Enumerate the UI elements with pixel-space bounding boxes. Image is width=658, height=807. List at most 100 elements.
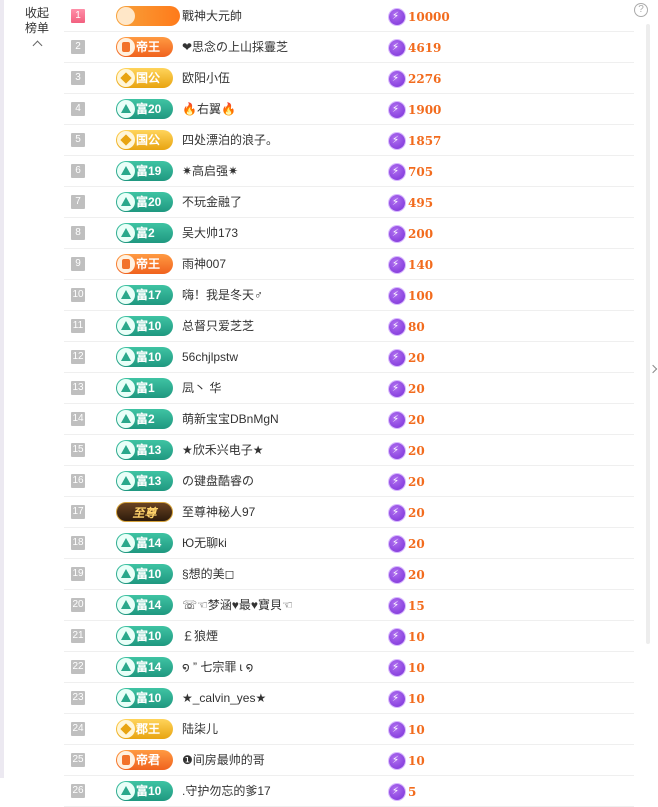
user-name[interactable]: 萌新宝宝DBnMgN [182, 404, 279, 434]
list-item[interactable]: 25 帝君 ❶间房最帅的哥 10 [64, 745, 634, 776]
level-badge: 帝君 [116, 750, 173, 770]
user-name[interactable]: の键盘酷睿の [182, 466, 254, 496]
list-item[interactable]: 6 富19 ✷高启强✷ 705 [64, 156, 634, 187]
list-item[interactable]: 13 富1 凨丶 华 20 [64, 373, 634, 404]
lightning-icon [389, 70, 405, 87]
user-name[interactable]: §想的美◻ [182, 559, 235, 589]
list-item[interactable]: 17 至尊 至尊神秘人97 20 [64, 497, 634, 528]
level-badge-icon [117, 286, 135, 304]
level-badge: 富14 [116, 533, 173, 553]
list-item[interactable]: 23 富10 ★_calvin_yes★ 10 [64, 683, 634, 714]
level-badge: 富14 [116, 657, 173, 677]
user-name[interactable]: ໑ ” 七宗罪 ɩ ໑ [182, 652, 253, 682]
list-item[interactable]: 11 富10 总督只爱芝芝 80 [64, 311, 634, 342]
level-badge-label: 富2 [136, 226, 155, 240]
level-badge-label: 富19 [136, 164, 162, 178]
lightning-icon [389, 442, 405, 459]
list-item[interactable]: 7 富20 不玩金融了 495 [64, 187, 634, 218]
collapse-list-button[interactable]: 收起榜单 [20, 6, 54, 51]
lightning-icon [389, 101, 405, 118]
list-item[interactable]: 15 富13 ★欣禾兴电子★ 20 [64, 435, 634, 466]
list-item[interactable]: 4 富20 🔥右翼🔥 1900 [64, 94, 634, 125]
user-name[interactable]: ❶间房最帅的哥 [182, 745, 265, 775]
user-name[interactable]: 欧阳小伍 [182, 63, 230, 93]
list-item[interactable]: 14 富2 萌新宝宝DBnMgN 20 [64, 404, 634, 435]
level-badge-icon [117, 410, 135, 428]
lightning-icon [389, 132, 405, 149]
user-name[interactable]: 56chjlpstw [182, 342, 238, 372]
level-badge-icon [117, 193, 135, 211]
level-badge: 富14 [116, 595, 173, 615]
user-name[interactable]: ✷高启强✷ [182, 156, 238, 186]
chevron-right-icon[interactable] [648, 364, 658, 374]
user-name[interactable]: 🔥右翼🔥 [182, 94, 236, 124]
level-badge: 富20 [116, 192, 173, 212]
level-badge: 富13 [116, 440, 173, 460]
level-badge-label: 富10 [136, 784, 162, 798]
list-item[interactable]: 3 国公 欧阳小伍 2276 [64, 63, 634, 94]
level-badge: 国公 [116, 68, 173, 88]
level-badge-icon [117, 596, 135, 614]
list-item[interactable]: 5 国公 四处漂泊的浪子。 1857 [64, 125, 634, 156]
list-item[interactable]: 22 富14 ໑ ” 七宗罪 ɩ ໑ 10 [64, 652, 634, 683]
user-name[interactable]: Ю无聊ki [182, 528, 227, 558]
contribution-value: 20 [389, 441, 425, 459]
contribution-number: 20 [408, 412, 425, 427]
contribution-number: 10 [408, 722, 425, 737]
rank-number: 8 [71, 226, 85, 240]
contribution-number: 20 [408, 350, 425, 365]
contribution-number: 10 [408, 629, 425, 644]
level-badge: 帝王 [116, 254, 173, 274]
list-item[interactable]: 12 富10 56chjlpstw 20 [64, 342, 634, 373]
rank-number: 15 [71, 443, 85, 457]
list-item[interactable]: 10 富17 嗨！我是冬天♂ 100 [64, 280, 634, 311]
list-item[interactable]: 26 富10 .守护勿忘的爹17 5 [64, 776, 634, 807]
user-name[interactable]: 至尊神秘人97 [182, 497, 255, 527]
rank-number: 18 [71, 536, 85, 550]
list-item[interactable]: 2 帝王 ❤思念の上山採霻芝 4619 [64, 32, 634, 63]
contribution-number: 100 [408, 288, 434, 303]
list-item[interactable]: 24 郡王 陆柒儿 10 [64, 714, 634, 745]
help-icon[interactable]: ? [634, 3, 648, 17]
user-name[interactable]: 嗨！我是冬天♂ [182, 280, 263, 310]
contribution-value: 80 [389, 317, 425, 335]
user-name[interactable]: ★欣禾兴电子★ [182, 435, 264, 465]
user-name[interactable]: 雨神007 [182, 249, 226, 279]
user-name[interactable]: 凨丶 华 [182, 373, 221, 403]
lightning-icon [389, 411, 405, 428]
user-name[interactable]: 陆柒儿 [182, 714, 218, 744]
list-item[interactable]: 8 富2 吴大帅173 200 [64, 218, 634, 249]
level-badge-icon [117, 441, 135, 459]
contribution-value: 10 [389, 658, 425, 676]
contribution-value: 140 [389, 255, 433, 273]
level-badge: 富10 [116, 316, 173, 336]
level-badge: 富2 [116, 409, 173, 429]
list-item[interactable]: 20 富14 ☏☜梦涵♥最♥寶貝☜ 15 [64, 590, 634, 621]
level-badge-icon [117, 379, 135, 397]
contribution-number: 20 [408, 443, 425, 458]
user-name[interactable]: ★_calvin_yes★ [182, 683, 266, 713]
user-name[interactable]: ❤思念の上山採霻芝 [182, 32, 288, 62]
contribution-number: 20 [408, 536, 425, 551]
user-name[interactable]: 不玩金融了 [182, 187, 242, 217]
lightning-icon [389, 473, 405, 490]
user-name[interactable]: ☏☜梦涵♥最♥寶貝☜ [182, 590, 293, 620]
list-item[interactable]: 18 富14 Ю无聊ki 20 [64, 528, 634, 559]
contribution-value: 10 [389, 751, 425, 769]
level-badge: 帝王 [116, 37, 173, 57]
user-name[interactable]: 吴大帅173 [182, 218, 238, 248]
list-item[interactable]: 16 富13 の键盘酷睿の 20 [64, 466, 634, 497]
list-item[interactable]: 21 富10 ￡狼煙 10 [64, 621, 634, 652]
user-name[interactable]: .守护勿忘的爹17 [182, 776, 271, 806]
list-item[interactable]: 9 帝王 雨神007 140 [64, 249, 634, 280]
contribution-value: 10 [389, 689, 425, 707]
user-name[interactable]: ￡狼煙 [182, 621, 218, 651]
user-name[interactable]: 四处漂泊的浪子。 [182, 125, 278, 155]
list-item[interactable]: 19 富10 §想的美◻ 20 [64, 559, 634, 590]
user-name[interactable]: 总督只爱芝芝 [182, 311, 254, 341]
user-name[interactable]: 戰神大元帥 [182, 1, 242, 31]
scrollbar[interactable] [646, 24, 650, 644]
level-badge: 至尊 [116, 502, 173, 522]
level-badge-icon [117, 658, 135, 676]
list-item[interactable]: 1 戰神大元帥 10000 [64, 1, 634, 32]
